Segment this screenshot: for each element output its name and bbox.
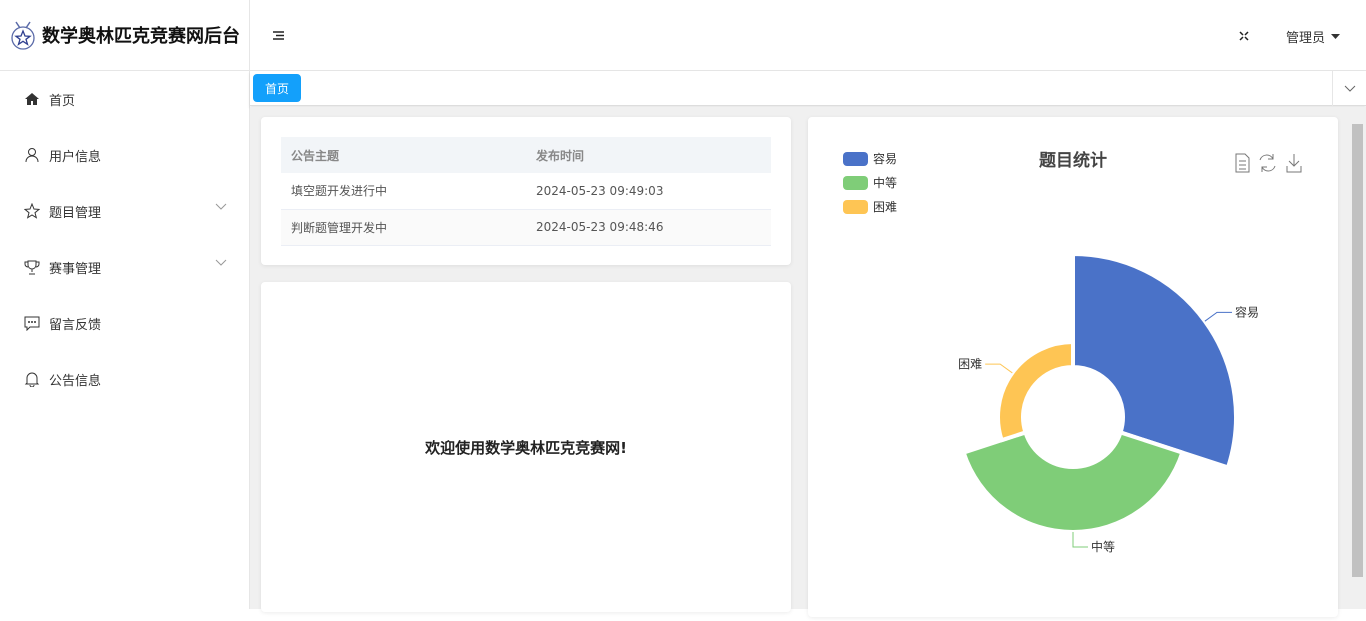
sidebar-item-home[interactable]: 首页 [0, 71, 249, 127]
tab-home[interactable]: 首页 [253, 74, 301, 102]
scrollbar[interactable] [1352, 124, 1363, 577]
label-line [1204, 311, 1233, 322]
sidebar-item-users[interactable]: 用户信息 [0, 127, 249, 183]
legend-label[interactable]: 容易 [873, 151, 897, 166]
main-content: 公告主题 发布时间 填空题开发进行中 2024-05-23 09:49:03 判断题… [250, 107, 1366, 617]
slice-label: 容易 [1235, 304, 1259, 319]
legend-label[interactable]: 困难 [873, 200, 897, 214]
chevron-down-icon [215, 203, 227, 210]
user-name: 管理员 [1286, 31, 1326, 46]
sidebar-item-notices[interactable]: 公告信息 [0, 351, 249, 407]
tab-menu-button[interactable] [1332, 71, 1366, 106]
user-dropdown[interactable]: 管理员 [1286, 27, 1341, 46]
tab-bar: 首页 [250, 71, 1366, 106]
pie-slice-0[interactable] [1071, 252, 1238, 470]
pie-slice-2[interactable] [996, 340, 1075, 443]
notice-card: 公告主题 发布时间 填空题开发进行中 2024-05-23 09:49:03 判断题… [261, 117, 791, 265]
user-icon [24, 147, 40, 163]
label-line [1072, 532, 1088, 548]
caret-down-icon [1331, 34, 1341, 39]
file-icon[interactable] [1235, 153, 1250, 173]
welcome-text: 欢迎使用数学奥林匹克竞赛网! [425, 438, 627, 457]
sidebar-item-label: 首页 [49, 93, 76, 109]
label-line [985, 363, 1013, 374]
sidebar-item-label: 赛事管理 [49, 261, 102, 277]
download-icon[interactable] [1286, 154, 1302, 173]
top-header: 管理员 [250, 0, 1366, 71]
sidebar: 数学奥林匹克竞赛网后台 首页 用户信息 题目管理 赛事管理 留言反馈 公告信息 [0, 0, 250, 609]
logo: 数学奥林匹克竞赛网后台 [0, 0, 249, 71]
sidebar-item-label: 题目管理 [49, 205, 102, 221]
slice-label: 中等 [1091, 539, 1115, 554]
welcome-card: 欢迎使用数学奥林匹克竞赛网! [261, 282, 791, 612]
legend-swatch-1[interactable] [843, 176, 868, 190]
chart-title: 题目统计 [1039, 150, 1107, 171]
chevron-down-icon [215, 259, 227, 266]
question-stats-chart: 题目统计 容易中等困难 容易中等困难 [843, 150, 1302, 554]
medal-logo-icon [11, 21, 35, 50]
home-icon [24, 91, 40, 107]
sidebar-item-contests[interactable]: 赛事管理 [0, 239, 249, 295]
sidebar-item-questions[interactable]: 题目管理 [0, 183, 249, 239]
column-header-subject: 公告主题 [281, 137, 526, 173]
sidebar-item-feedback[interactable]: 留言反馈 [0, 295, 249, 351]
refresh-icon[interactable] [1259, 154, 1276, 172]
pie-slice-1[interactable] [961, 430, 1185, 534]
menu-toggle-icon[interactable] [273, 31, 284, 40]
notice-table: 公告主题 发布时间 填空题开发进行中 2024-05-23 09:49:03 判断题… [281, 137, 771, 246]
legend-swatch-2[interactable] [843, 200, 868, 214]
slice-label: 困难 [958, 357, 982, 371]
sidebar-item-label: 用户信息 [49, 149, 102, 165]
fullscreen-icon[interactable] [1239, 31, 1249, 41]
star-icon [24, 203, 40, 219]
column-header-time: 发布时间 [526, 137, 771, 173]
legend-label[interactable]: 中等 [873, 175, 897, 190]
trophy-icon [24, 259, 40, 275]
notice-subject: 判断题管理开发中 [281, 209, 526, 246]
chevron-down-icon [1344, 85, 1355, 92]
chart-card: 题目统计 容易 中等 困难 容易 中等 困难 [808, 117, 1338, 617]
notice-subject: 填空题开发进行中 [281, 173, 526, 210]
message-icon [24, 315, 40, 331]
notice-time: 2024-05-23 09:49:03 [526, 173, 771, 210]
bell-icon [24, 371, 40, 387]
sidebar-item-label: 公告信息 [49, 373, 102, 389]
sidebar-item-label: 留言反馈 [49, 317, 102, 333]
notice-time: 2024-05-23 09:48:46 [526, 209, 771, 246]
table-row[interactable]: 填空题开发进行中 2024-05-23 09:49:03 [281, 173, 771, 210]
table-row[interactable]: 判断题管理开发中 2024-05-23 09:48:46 [281, 209, 771, 246]
app-title: 数学奥林匹克竞赛网后台 [42, 26, 240, 47]
legend-swatch-0[interactable] [843, 152, 868, 166]
